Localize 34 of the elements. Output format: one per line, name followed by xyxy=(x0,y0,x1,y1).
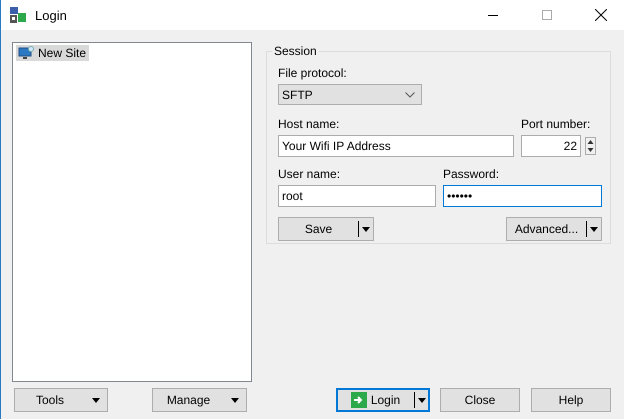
field-label: File protocol: xyxy=(278,66,348,80)
field-label: User name: xyxy=(278,167,342,181)
window-title: Login xyxy=(35,8,68,22)
caret-icon xyxy=(590,226,598,232)
login-icon xyxy=(350,392,367,408)
caret-icon xyxy=(92,398,100,402)
protocol-dropdown[interactable]: SFTP xyxy=(278,84,422,105)
close-icon xyxy=(595,9,607,21)
footer-button[interactable]: Manage xyxy=(152,388,247,412)
password-field[interactable]: •••••• xyxy=(443,185,602,207)
up-arrow-icon xyxy=(586,138,595,146)
chevron-icon xyxy=(405,92,415,98)
caret-icon xyxy=(418,398,426,402)
footer-button[interactable]: Login xyxy=(336,388,430,412)
port-field[interactable]: 22 xyxy=(521,135,581,157)
caret-icon xyxy=(231,398,239,402)
username-field[interactable]: root xyxy=(278,185,436,207)
footer-button[interactable]: Help xyxy=(531,388,611,412)
monitor-icon xyxy=(18,46,34,60)
app-icon xyxy=(9,6,27,24)
advanced-button[interactable]: Advanced... xyxy=(506,217,602,241)
footer-button[interactable]: Tools xyxy=(14,388,108,412)
host-field[interactable]: Your Wifi IP Address xyxy=(278,135,514,157)
field-label: Password: xyxy=(443,167,500,181)
caret-icon xyxy=(362,226,370,232)
footer-button[interactable]: Close xyxy=(440,388,520,412)
maximize-icon xyxy=(542,10,552,20)
save-button[interactable]: Save xyxy=(278,217,374,241)
down-arrow-icon xyxy=(586,146,595,154)
field-label: Host name: xyxy=(278,117,340,131)
spin-control[interactable] xyxy=(585,137,596,155)
site-item[interactable]: New Site xyxy=(16,45,90,61)
field-label: Port number: xyxy=(521,117,592,131)
group-title: Session xyxy=(272,44,319,58)
